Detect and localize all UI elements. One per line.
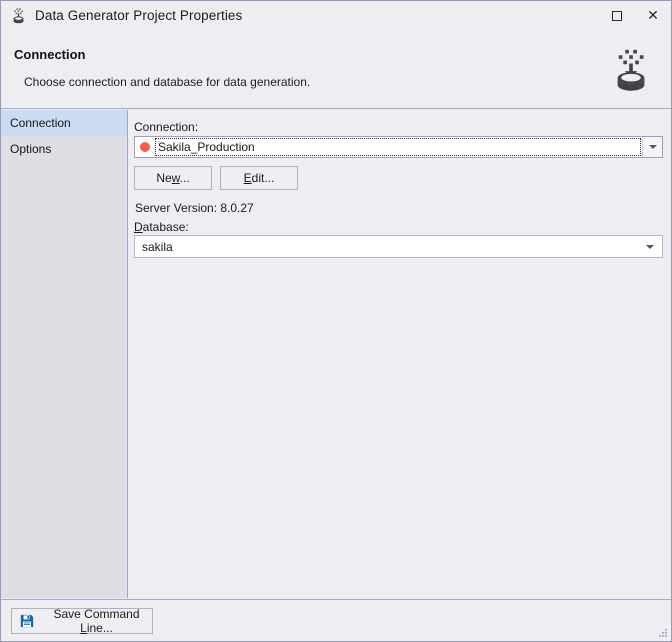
navigation-sidebar: Connection Options [1, 110, 128, 598]
content-panel: Connection: Sakila_Production New... Edi… [129, 110, 671, 598]
save-floppy-icon [20, 614, 34, 628]
connection-dropdown-button[interactable] [642, 137, 662, 157]
dialog-window: Data Generator Project Properties ✕ Conn… [0, 0, 672, 642]
title-bar: Data Generator Project Properties ✕ [1, 1, 671, 30]
chevron-down-icon [648, 145, 657, 149]
page-title: Connection [14, 47, 86, 62]
sidebar-item-options[interactable]: Options [1, 136, 127, 162]
sidebar-item-label: Options [10, 142, 52, 156]
close-button[interactable]: ✕ [635, 1, 671, 30]
maximize-icon [612, 10, 622, 21]
database-value: sakila [142, 239, 173, 254]
sidebar-item-label: Connection [10, 116, 71, 130]
window-controls: ✕ [599, 1, 671, 30]
window-title: Data Generator Project Properties [35, 8, 243, 23]
data-generator-icon [13, 8, 24, 24]
chevron-down-icon [646, 244, 654, 249]
database-dropdown-button[interactable] [646, 244, 654, 249]
server-version-text: Server Version: 8.0.27 [135, 201, 254, 215]
dialog-footer: Save Command Line... < Back Next > Open … [1, 599, 671, 641]
dialog-header: Connection Choose connection and databas… [1, 30, 671, 109]
connection-value: Sakila_Production [158, 140, 255, 154]
database-label: Database: [134, 220, 189, 234]
connection-status-dot [140, 142, 150, 152]
database-combobox[interactable]: sakila [134, 235, 663, 258]
edit-connection-label: Edit... [243, 171, 275, 185]
edit-connection-button[interactable]: Edit... [220, 166, 298, 190]
new-connection-button[interactable]: New... [134, 166, 212, 190]
maximize-button[interactable] [599, 1, 635, 30]
sidebar-item-connection[interactable]: Connection [1, 110, 127, 136]
page-subtitle: Choose connection and database for data … [24, 75, 311, 89]
connection-label: Connection: [134, 120, 199, 134]
save-command-line-button[interactable]: Save Command Line... [11, 607, 153, 635]
close-icon: ✕ [647, 7, 659, 24]
resize-grip-icon[interactable] [657, 627, 669, 639]
save-command-line-label: Save Command Line... [53, 607, 140, 635]
connection-combobox[interactable]: Sakila_Production [134, 136, 663, 158]
connection-combobox-field[interactable]: Sakila_Production [135, 137, 642, 157]
new-connection-label: New... [156, 171, 190, 185]
data-generator-icon [617, 49, 645, 91]
